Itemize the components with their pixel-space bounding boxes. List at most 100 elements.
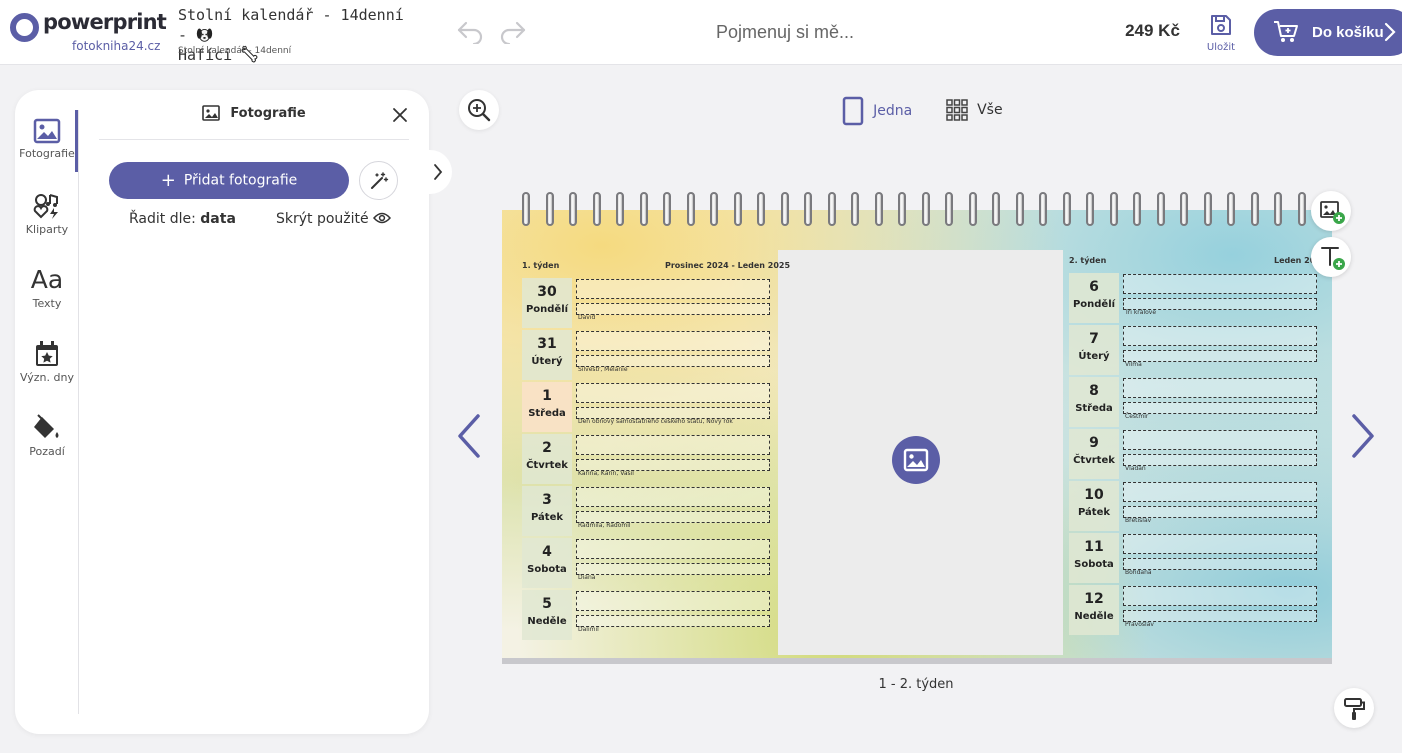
day-label-box: 3 Pátek: [522, 486, 572, 536]
spiral-ring: [1062, 192, 1071, 226]
day-row[interactable]: 12 Neděle Pravoslav: [1069, 585, 1317, 635]
note-line[interactable]: [576, 539, 770, 559]
day-number: 31: [537, 336, 557, 352]
next-page-button[interactable]: [1348, 412, 1384, 460]
day-row[interactable]: 11 Sobota Bohdana: [1069, 533, 1317, 583]
note-line[interactable]: [576, 383, 770, 403]
day-number: 9: [1089, 435, 1099, 451]
calendar-page[interactable]: 1. týden Prosinec 2024 - Leden 2025 30 Po…: [502, 210, 1332, 658]
note-line[interactable]: [576, 303, 770, 315]
note-line[interactable]: [576, 615, 770, 627]
format-painter-button[interactable]: [1334, 688, 1374, 728]
note-line[interactable]: [1123, 534, 1317, 554]
nameday-text: Vladan: [1125, 465, 1146, 472]
logo-subtext: fotokniha24.cz: [72, 39, 161, 53]
note-line[interactable]: [1123, 558, 1317, 570]
note-line[interactable]: [1123, 350, 1317, 362]
day-name: Neděle: [527, 616, 567, 627]
sort-label: Řadit dle:: [129, 211, 196, 227]
redo-button[interactable]: [497, 18, 527, 46]
rail-item-texts[interactable]: Aa Texty: [15, 266, 79, 330]
calendar-star-icon: [36, 341, 58, 366]
nameday-text: Radmila, Radomil: [578, 522, 631, 529]
spiral-ring: [1203, 192, 1212, 226]
note-line[interactable]: [1123, 506, 1317, 518]
day-name: Středa: [528, 408, 566, 419]
nameday-text: Den obnovy samostatného českého státu, N…: [578, 418, 733, 425]
day-row[interactable]: 10 Pátek Břetislav: [1069, 481, 1317, 531]
nameday-text: Vilma: [1125, 361, 1142, 368]
previous-page-button[interactable]: [452, 412, 488, 460]
day-row[interactable]: 3 Pátek Radmila, Radomil: [522, 486, 770, 536]
day-row[interactable]: 30 Pondělí David: [522, 278, 770, 328]
auto-fill-button[interactable]: [359, 161, 398, 200]
day-number: 7: [1089, 331, 1099, 347]
sort-control[interactable]: Řadit dle: data: [129, 211, 236, 227]
note-line[interactable]: [1123, 454, 1317, 466]
day-row[interactable]: 7 Úterý Vilma: [1069, 325, 1317, 375]
rail-label-photos: Fotografie: [19, 147, 75, 160]
view-single-toggle[interactable]: Jedna: [842, 96, 912, 126]
day-row[interactable]: 1 Středa Den obnovy samostatného českého s…: [522, 382, 770, 432]
save-icon: [1211, 15, 1231, 35]
close-icon[interactable]: [391, 106, 409, 124]
save-button[interactable]: Uložit: [1200, 13, 1242, 55]
panel-collapse-button[interactable]: [424, 150, 452, 194]
note-line[interactable]: [576, 563, 770, 575]
nameday-text: Bohdana: [1125, 569, 1152, 576]
day-name: Pondělí: [1072, 299, 1116, 310]
document-title: Stolní kalendář - 14denní - Hafíci: [178, 5, 418, 65]
note-line[interactable]: [1123, 274, 1317, 294]
day-row[interactable]: 2 Čtvrtek Karina, Karin, Vasil: [522, 434, 770, 484]
chevron-left-icon: [458, 414, 480, 458]
day-row[interactable]: 9 Čtvrtek Vladan: [1069, 429, 1317, 479]
day-number: 11: [1084, 539, 1104, 555]
note-line[interactable]: [576, 331, 770, 351]
right-week-label: 2. týden: [1069, 256, 1107, 265]
note-line[interactable]: [1123, 378, 1317, 398]
add-photos-button[interactable]: + Přidat fotografie: [109, 162, 349, 199]
note-line[interactable]: [576, 435, 770, 455]
rail-item-special-days[interactable]: Význ. dny: [15, 340, 79, 404]
document-subtitle: Stolní kalendář - 14denní: [178, 46, 292, 56]
day-row[interactable]: 4 Sobota Diana: [522, 538, 770, 588]
image-icon: [33, 118, 61, 144]
insert-photo-button[interactable]: [892, 436, 940, 484]
logo[interactable]: powerprint fotokniha24.cz: [10, 10, 167, 56]
day-number: 1: [542, 388, 552, 404]
note-line[interactable]: [576, 279, 770, 299]
day-row[interactable]: 31 Úterý Silvestr, Melanie: [522, 330, 770, 380]
spiral-ring: [1086, 192, 1094, 226]
note-line[interactable]: [1123, 402, 1317, 414]
note-line[interactable]: [1123, 482, 1317, 502]
hide-used-toggle[interactable]: Skrýt použité: [276, 211, 392, 227]
day-label-box: 9 Čtvrtek: [1069, 429, 1119, 479]
calendar-name-input[interactable]: [610, 18, 960, 46]
add-text-to-page-button[interactable]: [1311, 237, 1351, 277]
note-line[interactable]: [576, 591, 770, 611]
add-to-cart-button[interactable]: Do košíku: [1254, 9, 1402, 56]
spiral-ring: [1156, 192, 1165, 226]
zoom-in-icon: [468, 99, 491, 122]
add-photo-to-page-button[interactable]: [1311, 191, 1351, 231]
rail-item-cliparts[interactable]: Kliparty: [15, 192, 79, 256]
note-line[interactable]: [1123, 326, 1317, 346]
zoom-in-button[interactable]: [459, 90, 499, 130]
day-number: 2: [542, 440, 552, 456]
day-row[interactable]: 8 Středa Čestmír: [1069, 377, 1317, 427]
spiral-ring: [851, 192, 859, 226]
rail-item-background[interactable]: Pozadí: [15, 414, 79, 478]
spiral-ring: [545, 192, 554, 226]
note-line[interactable]: [1123, 430, 1317, 450]
rail-item-photos[interactable]: Fotografie: [15, 118, 79, 182]
note-line[interactable]: [576, 487, 770, 507]
day-name: Úterý: [1078, 351, 1110, 362]
nameday-text: Břetislav: [1125, 517, 1152, 524]
spiral-ring: [757, 192, 765, 226]
view-all-toggle[interactable]: Vše: [946, 99, 1003, 121]
day-row[interactable]: 5 Neděle Dalimil: [522, 590, 770, 640]
undo-button[interactable]: [456, 18, 486, 46]
note-line[interactable]: [1123, 586, 1317, 606]
day-row[interactable]: 6 Pondělí Tři králové: [1069, 273, 1317, 323]
day-name: Pátek: [530, 512, 564, 523]
